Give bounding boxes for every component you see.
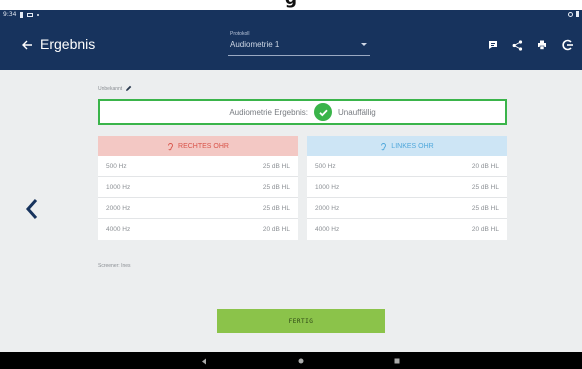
finish-button[interactable]: FERTIG bbox=[217, 309, 385, 333]
screener-label: Screener: Ines bbox=[98, 263, 131, 269]
table-row: 500 Hz 20 dB HL bbox=[307, 156, 507, 177]
nav-recents-button[interactable] bbox=[392, 356, 402, 366]
caption-text: g bbox=[0, 0, 582, 9]
result-label: Audiometrie Ergebnis: bbox=[229, 107, 309, 117]
chevron-down-icon bbox=[361, 43, 367, 46]
right-ear-title: RECHTES OHR bbox=[178, 142, 229, 150]
right-ear-table: RECHTES OHR 500 Hz 25 dB HL 1000 Hz 25 d… bbox=[98, 136, 298, 240]
page-title: Ergebnis bbox=[40, 36, 96, 52]
status-right bbox=[568, 11, 579, 17]
left-ear-table: LINKES OHR 500 Hz 20 dB HL 1000 Hz 25 dB… bbox=[307, 136, 507, 240]
frequency-cell: 500 Hz bbox=[106, 162, 127, 170]
result-box: Audiometrie Ergebnis: Unauffällig bbox=[98, 99, 507, 125]
level-cell: 20 dB HL bbox=[471, 226, 499, 233]
home-circle-icon bbox=[298, 358, 304, 364]
status-time: 9:34 bbox=[3, 11, 17, 18]
dot-icon bbox=[37, 13, 40, 16]
sim-icon bbox=[20, 11, 24, 18]
status-bar: 9:34 bbox=[0, 10, 582, 20]
level-cell: 20 dB HL bbox=[471, 162, 499, 170]
share-icon bbox=[512, 39, 522, 51]
print-icon bbox=[538, 40, 546, 50]
table-row: 1000 Hz 25 dB HL bbox=[307, 177, 507, 198]
pencil-icon bbox=[126, 85, 132, 91]
protocol-value: Audiometrie 1 bbox=[230, 40, 280, 49]
ear-icon bbox=[168, 142, 173, 150]
protocol-select[interactable]: Protokoll Audiometrie 1 bbox=[228, 31, 370, 56]
finish-button-label: FERTIG bbox=[288, 317, 314, 325]
logout-icon bbox=[562, 39, 573, 51]
previous-button[interactable] bbox=[20, 194, 44, 224]
mail-icon bbox=[27, 12, 34, 17]
print-button[interactable] bbox=[534, 37, 550, 53]
level-cell: 25 dB HL bbox=[262, 204, 290, 212]
result-value: Unauffällig bbox=[338, 107, 376, 117]
left-ear-title: LINKES OHR bbox=[391, 142, 434, 150]
status-left: 9:34 bbox=[3, 11, 40, 18]
table-row: 1000 Hz 25 dB HL bbox=[98, 177, 298, 198]
content-area: Unbekannt Audiometrie Ergebnis: Unauffäl… bbox=[0, 70, 582, 352]
level-cell: 20 dB HL bbox=[262, 226, 290, 233]
check-circle-icon bbox=[314, 103, 333, 121]
frequency-cell: 1000 Hz bbox=[315, 183, 340, 191]
level-cell: 25 dB HL bbox=[471, 183, 499, 191]
ear-icon bbox=[381, 142, 387, 150]
level-cell: 25 dB HL bbox=[471, 204, 499, 212]
logout-button[interactable] bbox=[560, 37, 576, 53]
protocol-label: Protokoll bbox=[230, 31, 250, 37]
left-ear-header: LINKES OHR bbox=[307, 136, 507, 156]
right-ear-header: RECHTES OHR bbox=[98, 136, 298, 156]
back-button[interactable] bbox=[16, 34, 38, 56]
wifi-icon bbox=[568, 11, 573, 17]
table-row: 4000 Hz 20 dB HL bbox=[98, 219, 298, 240]
frequency-cell: 2000 Hz bbox=[315, 204, 340, 212]
system-nav-bar bbox=[0, 352, 582, 369]
frequency-cell: 4000 Hz bbox=[106, 226, 131, 233]
unknown-label: Unbekannt bbox=[98, 85, 123, 92]
nav-home-button[interactable] bbox=[296, 356, 306, 366]
arrow-left-icon bbox=[22, 40, 32, 50]
triangle-back-icon bbox=[202, 358, 206, 364]
app-bar: Ergebnis Protokoll Audiometrie 1 bbox=[0, 20, 582, 70]
level-cell: 25 dB HL bbox=[262, 162, 290, 170]
square-recents-icon bbox=[394, 358, 400, 364]
frequency-cell: 1000 Hz bbox=[106, 183, 131, 191]
table-row: 2000 Hz 25 dB HL bbox=[98, 198, 298, 219]
level-cell: 25 dB HL bbox=[262, 183, 290, 191]
share-button[interactable] bbox=[509, 37, 525, 53]
table-row: 2000 Hz 25 dB HL bbox=[307, 198, 507, 219]
chevron-left-icon bbox=[25, 199, 38, 219]
frequency-cell: 4000 Hz bbox=[315, 226, 340, 233]
caption-band: g bbox=[0, 0, 582, 10]
unknown-row[interactable]: Unbekannt bbox=[98, 85, 132, 92]
table-row: 4000 Hz 20 dB HL bbox=[307, 219, 507, 240]
message-button[interactable] bbox=[485, 37, 501, 53]
battery-icon bbox=[576, 11, 579, 17]
frequency-cell: 2000 Hz bbox=[106, 204, 131, 212]
frequency-cell: 500 Hz bbox=[315, 162, 336, 170]
message-icon bbox=[489, 41, 497, 49]
nav-back-button[interactable] bbox=[199, 356, 209, 366]
table-row: 500 Hz 25 dB HL bbox=[98, 156, 298, 177]
